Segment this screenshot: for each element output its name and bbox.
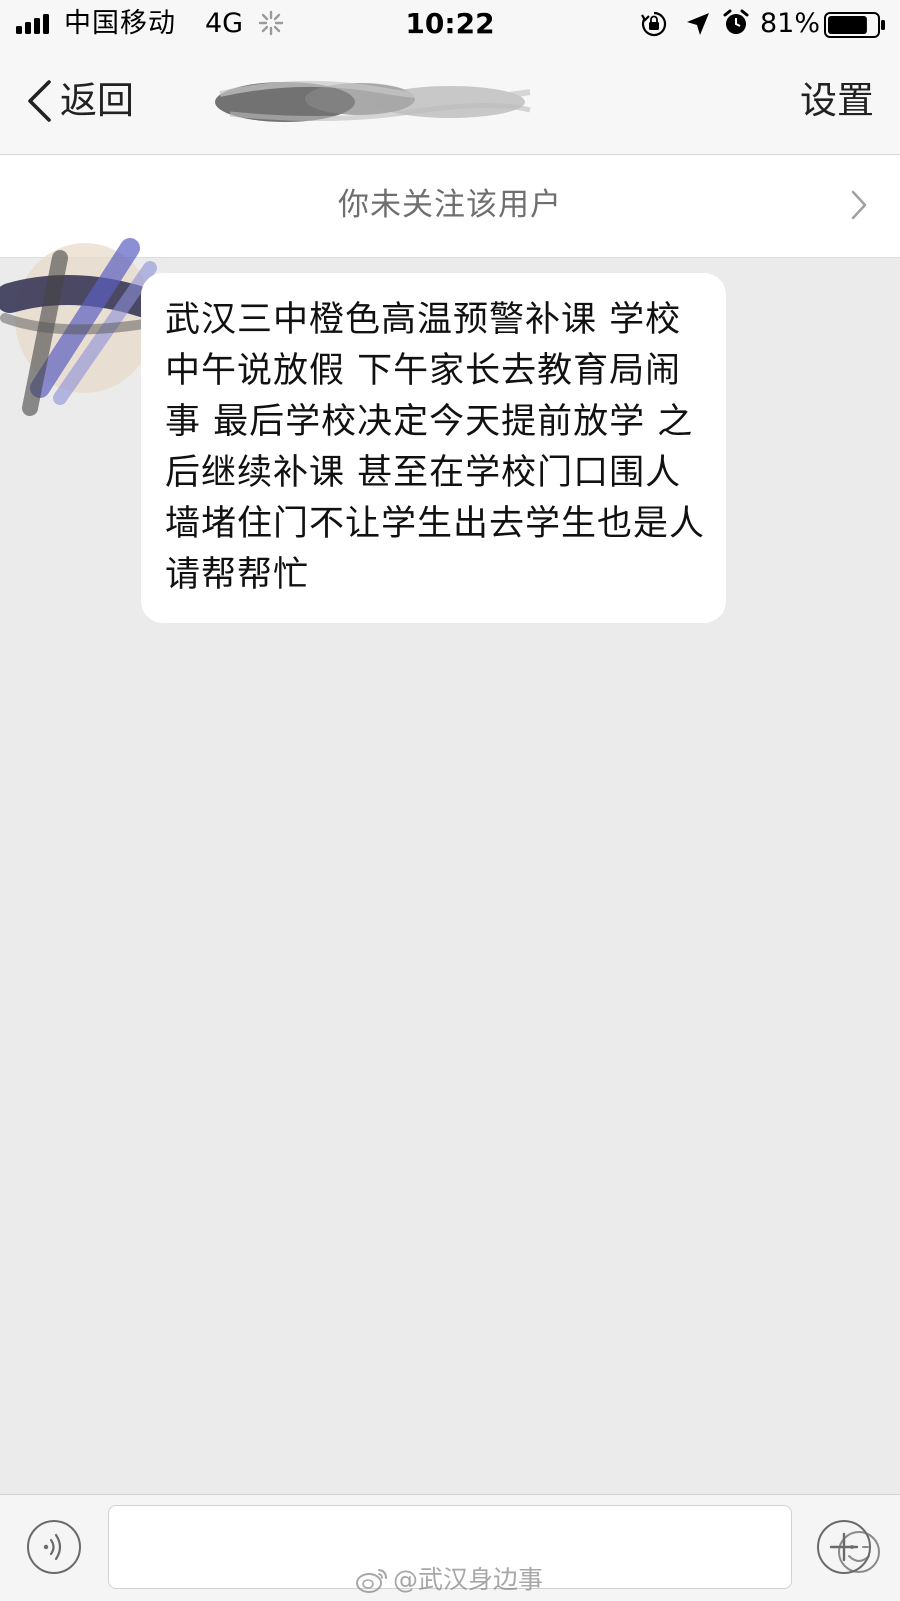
orientation-lock-icon: [641, 11, 667, 37]
alarm-clock-icon: [723, 9, 749, 34]
message-text: 武汉三中橙色高温预警补课 学校中午说放假 下午家长去教育局闹事 最后学校决定今天…: [165, 300, 706, 595]
weibo-watermark: @武汉身边事: [355, 1563, 543, 1597]
chevron-left-icon: [28, 80, 51, 122]
message-bubble[interactable]: 武汉三中橙色高温预警补课 学校中午说放假 下午家长去教育局闹事 最后学校决定今天…: [141, 273, 726, 623]
location-arrow-icon: [687, 13, 709, 35]
weibo-logo-icon: [356, 1569, 387, 1593]
back-button[interactable]: 返回: [24, 76, 134, 126]
back-label: 返回: [60, 79, 134, 122]
navigation-bar: 返回 设置: [0, 48, 900, 155]
chevron-right-icon: [851, 190, 867, 220]
status-bar: 中国移动 4G 10:22 81%: [0, 0, 900, 48]
voice-icon[interactable]: [26, 1519, 82, 1575]
watermark-text: @武汉身边事: [393, 1565, 544, 1594]
settings-button[interactable]: 设置: [800, 76, 874, 126]
battery-icon: [824, 12, 885, 38]
message-area[interactable]: 武汉三中橙色高温预警补课 学校中午说放假 下午家长去教育局闹事 最后学校决定今天…: [0, 238, 900, 1494]
redacted-username: [215, 80, 531, 122]
plus-icon[interactable]: [816, 1519, 872, 1575]
battery-percent-label: 81%: [760, 8, 821, 39]
